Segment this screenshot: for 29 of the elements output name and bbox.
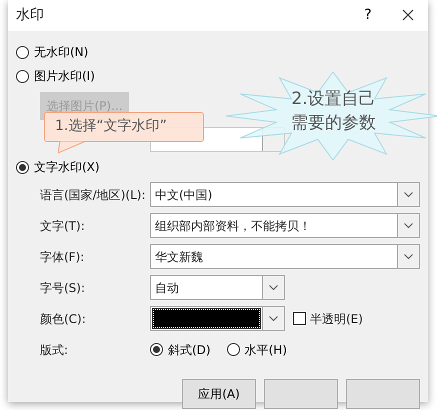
radio-option[interactable]: 无水印(N): [16, 43, 88, 61]
text-dropdown[interactable]: 中文(中国): [150, 182, 420, 207]
field-label: 文字(T):: [39, 218, 86, 234]
radio-option[interactable]: 文字水印(X): [16, 158, 100, 176]
window-title: 水印: [16, 6, 45, 25]
chevron-down-icon: [269, 316, 278, 322]
field-label: 版式:: [39, 342, 70, 358]
chevron-down-icon: [404, 222, 413, 228]
apply-button[interactable]: 应用(A): [182, 379, 256, 409]
close-icon: [402, 9, 414, 22]
color-dropdown[interactable]: [150, 306, 285, 331]
tooltip-pointer: [58, 141, 86, 154]
radio-option[interactable]: 斜式(D): [150, 340, 211, 358]
semitransparent-checkbox[interactable]: 半透明(E): [293, 310, 363, 328]
dialog-button[interactable]: [264, 379, 338, 409]
size-dropdown[interactable]: 自动: [150, 275, 285, 300]
text-dropdown[interactable]: 组织部内部资料，不能拷贝！: [150, 213, 420, 238]
text-dropdown[interactable]: 华文新魏: [150, 244, 420, 269]
field-label: 颜色(C):: [39, 310, 87, 328]
field-label: 字体(F):: [39, 248, 86, 266]
chevron-down-icon: [404, 254, 413, 260]
help-button[interactable]: ?: [348, 5, 388, 26]
chevron-down-icon: [404, 192, 413, 198]
callout-text: 2.设置自己需要的参数: [290, 88, 377, 135]
radio-option[interactable]: 水平(H): [226, 340, 287, 358]
field-label: 字号(S):: [39, 280, 86, 296]
chevron-down-icon: [269, 284, 278, 290]
dialog-button[interactable]: [346, 379, 420, 409]
field-label: 语言(国家/地区)(L):: [39, 186, 146, 204]
